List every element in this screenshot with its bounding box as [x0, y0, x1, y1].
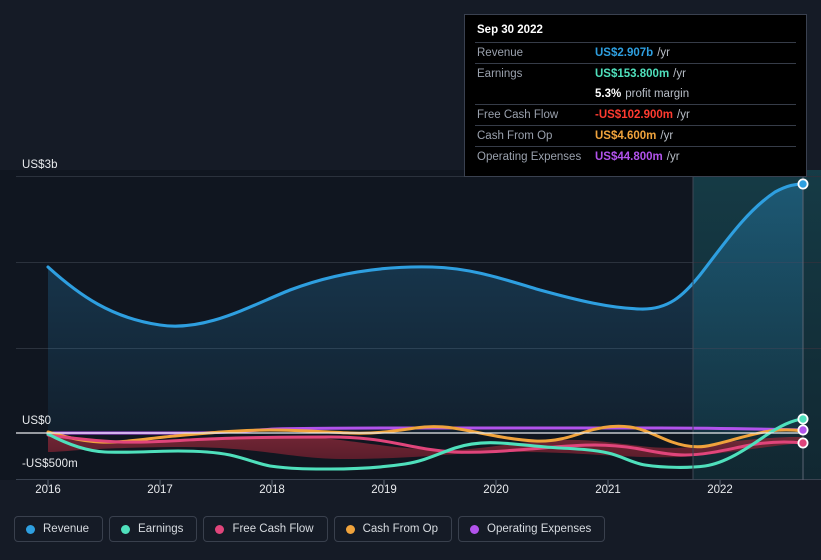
- legend-dot-revenue-icon: [26, 524, 35, 534]
- tooltip-row-revenue: Revenue US$2.907b /yr: [475, 42, 796, 63]
- tooltip-date: Sep 30 2022: [477, 24, 543, 36]
- tooltip-value-operating-expenses: US$44.800m: [595, 151, 663, 163]
- x-axis-label-2020: 2020: [483, 484, 509, 496]
- tooltip-note-profit-margin: profit margin: [625, 88, 690, 100]
- tooltip-row-cash-from-op: Cash From Op US$4.600m /yr: [475, 125, 796, 146]
- tooltip-key-operating-expenses: Operating Expenses: [477, 151, 582, 163]
- tooltip-value-profit-margin: 5.3%: [595, 88, 622, 100]
- legend-label-revenue: Revenue: [43, 523, 90, 535]
- endpoint-marker-revenue: [797, 178, 809, 190]
- legend-label-free-cash-flow: Free Cash Flow: [232, 523, 314, 535]
- endpoint-marker-earnings: [797, 413, 809, 425]
- y-axis-label-top: US$3b: [22, 159, 58, 171]
- legend-label-operating-expenses: Operating Expenses: [487, 523, 592, 535]
- tooltip-value-revenue: US$2.907b: [595, 47, 654, 59]
- tooltip-row-profit-margin: 5.3% profit margin: [475, 84, 796, 104]
- tooltip-value-cash-from-op: US$4.600m: [595, 130, 657, 142]
- endpoint-marker-operating-expenses: [797, 424, 809, 436]
- tooltip-key-cash-from-op: Cash From Op: [477, 130, 553, 142]
- legend-label-cash-from-op: Cash From Op: [362, 523, 439, 535]
- legend-dot-earnings-icon: [121, 524, 131, 534]
- tooltip-key-free-cash-flow: Free Cash Flow: [477, 109, 559, 121]
- tooltip-key-revenue: Revenue: [477, 47, 524, 59]
- tooltip-row-earnings: Earnings US$153.800m /yr: [475, 63, 796, 84]
- legend-item-cash-from-op[interactable]: Cash From Op: [333, 516, 453, 542]
- legend-item-operating-expenses[interactable]: Operating Expenses: [458, 516, 606, 542]
- x-axis-label-2017: 2017: [147, 484, 173, 496]
- financial-chart[interactable]: US$3b US$0 -US$500m 2016 2017 2018 2019 …: [0, 0, 821, 505]
- legend-item-earnings[interactable]: Earnings: [109, 516, 198, 542]
- legend-item-revenue[interactable]: Revenue: [14, 516, 104, 542]
- tooltip-key-earnings: Earnings: [477, 68, 523, 80]
- legend-dot-cash-from-op-icon: [345, 524, 355, 534]
- legend-dot-free-cash-flow-icon: [215, 524, 225, 534]
- chart-legend: Revenue Earnings Free Cash Flow Cash Fro…: [14, 516, 606, 542]
- y-axis-label-zero: US$0: [22, 415, 52, 427]
- tooltip-suffix-revenue: /yr: [657, 47, 670, 59]
- x-axis-label-2022: 2022: [707, 484, 733, 496]
- tooltip-suffix-earnings: /yr: [673, 68, 686, 80]
- tooltip-suffix-cash-from-op: /yr: [660, 130, 674, 142]
- endpoint-marker-free-cash-flow: [797, 437, 809, 449]
- legend-dot-operating-expenses-icon: [470, 524, 480, 534]
- chart-tooltip: Sep 30 2022 Revenue US$2.907b /yr Earnin…: [464, 14, 807, 177]
- tooltip-suffix-operating-expenses: /yr: [666, 151, 680, 163]
- x-axis-label-2019: 2019: [371, 484, 397, 496]
- tooltip-row-operating-expenses: Operating Expenses US$44.800m /yr: [475, 146, 796, 167]
- tooltip-value-earnings: US$153.800m: [595, 68, 670, 80]
- tooltip-suffix-free-cash-flow: /yr: [677, 109, 690, 121]
- legend-item-free-cash-flow[interactable]: Free Cash Flow: [203, 516, 328, 542]
- tooltip-row-free-cash-flow: Free Cash Flow -US$102.900m /yr: [475, 104, 796, 125]
- y-axis-label-bottom: -US$500m: [22, 458, 78, 470]
- x-axis-label-2018: 2018: [259, 484, 285, 496]
- x-axis-label-2016: 2016: [35, 484, 61, 496]
- x-axis-label-2021: 2021: [595, 484, 621, 496]
- legend-label-earnings: Earnings: [138, 523, 184, 535]
- tooltip-value-free-cash-flow: -US$102.900m: [595, 109, 673, 121]
